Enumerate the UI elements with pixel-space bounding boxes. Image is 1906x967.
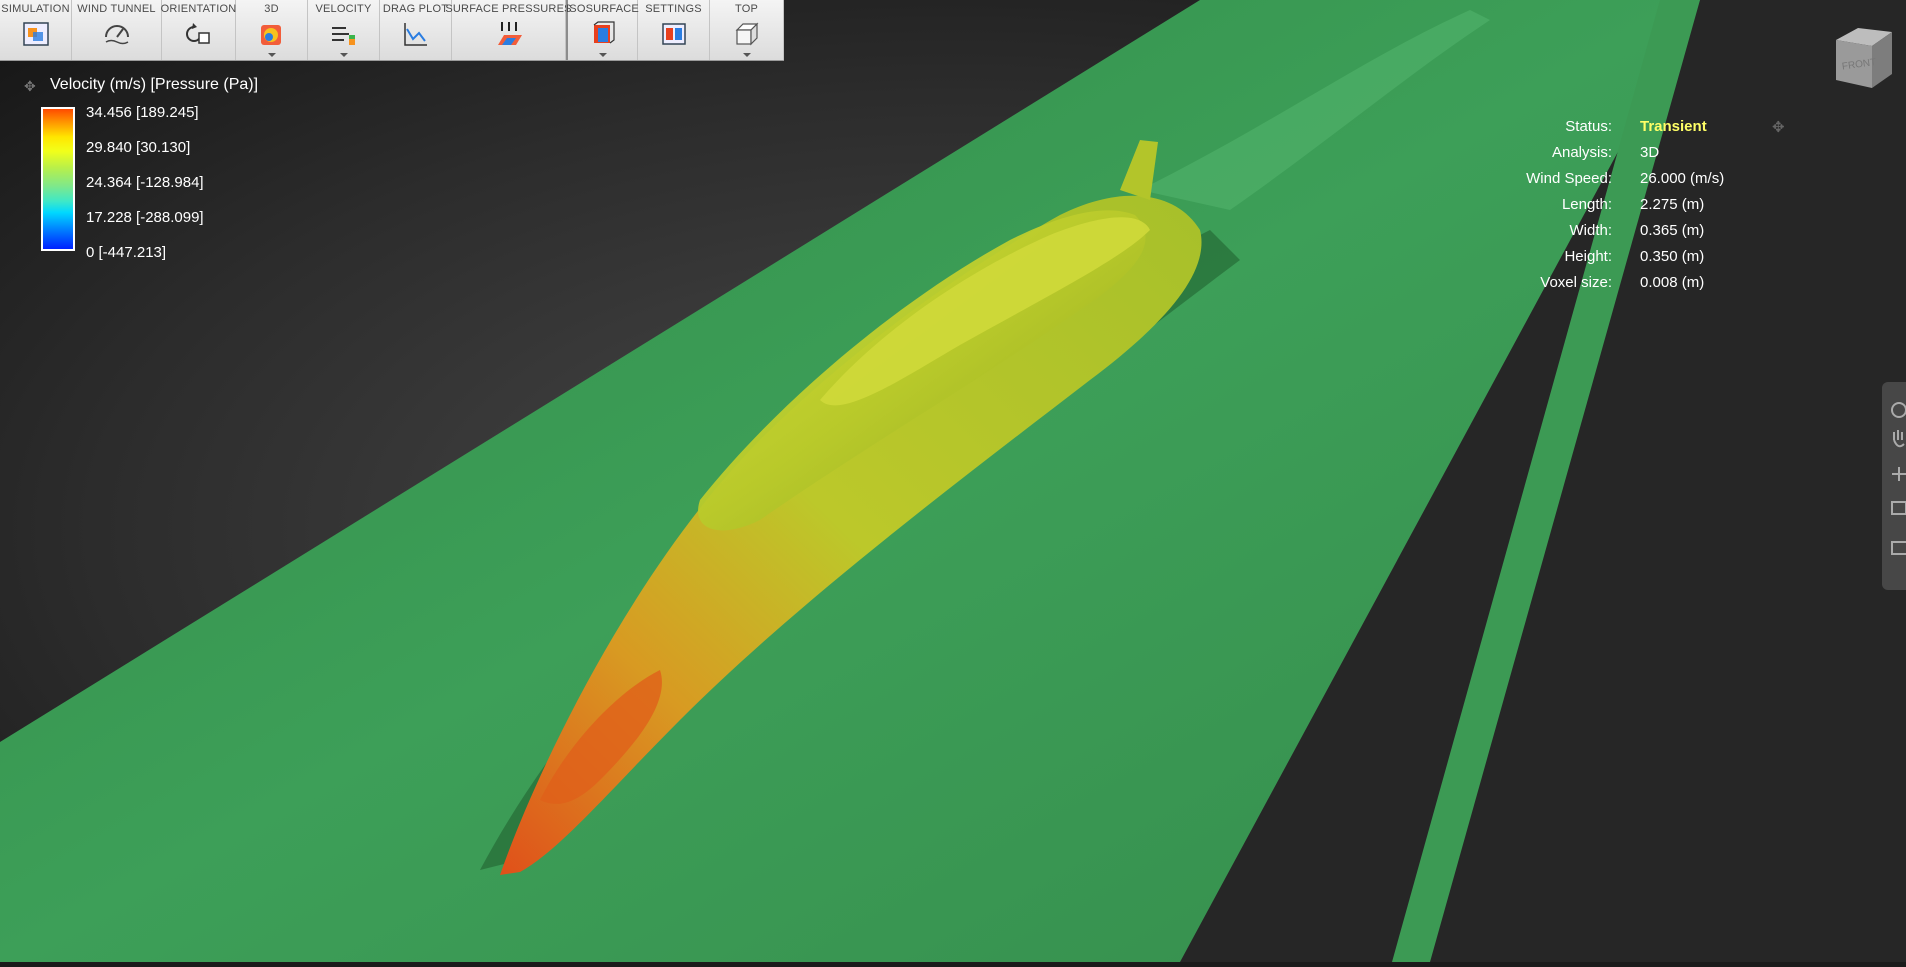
orientation-button[interactable]: ORIENTATION: [160, 0, 237, 60]
height-value: 0.350 (m): [1640, 248, 1705, 265]
velocity-dropdown-arrow-icon[interactable]: [339, 53, 348, 57]
analysis-label: Analysis:: [1551, 144, 1612, 161]
width-label: Width:: [1569, 222, 1612, 239]
velocity-icon: [331, 27, 355, 45]
top-view-icon: [735, 22, 758, 46]
velocity-button[interactable]: VELOCITY: [308, 0, 380, 60]
wind-tunnel-icon: [104, 25, 129, 45]
isosurface-button[interactable]: ISOSURFACE: [566, 0, 639, 60]
simulation-icon: [22, 22, 49, 46]
wind-speed-label: Wind Speed:: [1526, 170, 1612, 187]
simulation-button[interactable]: SIMULATION: [0, 0, 72, 60]
legend-value-4: 17.228 [-288.099]: [86, 209, 204, 226]
drag-plot-label: DRAG PLOT: [382, 3, 449, 15]
isosurface-label: ISOSURFACE: [566, 3, 639, 15]
length-label: Length:: [1561, 196, 1612, 213]
drag-plot-icon: [403, 23, 427, 46]
move-handle-icon[interactable]: ✥: [24, 78, 36, 95]
ribbon-toolbar: SIMULATION WIND TUNNEL ORIENTATION 3D VE…: [0, 0, 784, 61]
view-cube[interactable]: FRONT: [1828, 22, 1898, 92]
simulation-label: SIMULATION: [1, 3, 70, 15]
length-value: 2.275 (m): [1640, 196, 1705, 213]
legend-color-bar: [41, 107, 75, 251]
surface-pressures-label: SURFACE PRESSURES: [445, 3, 572, 15]
wind-tunnel-label: WIND TUNNEL: [77, 3, 156, 15]
drag-plot-button[interactable]: DRAG PLOT: [380, 0, 452, 60]
status-move-handle-icon[interactable]: ✥: [1772, 118, 1785, 136]
top-view-button[interactable]: TOP: [710, 0, 784, 60]
screenshot-icon[interactable]: [1891, 541, 1906, 555]
settings-button[interactable]: SETTINGS: [638, 0, 710, 60]
isosurface-icon: [593, 21, 615, 44]
surface-pressures-icon: [497, 22, 522, 45]
legend-value-2: 29.840 [30.130]: [86, 139, 191, 156]
legend-value-3: 24.364 [-128.984]: [86, 174, 204, 191]
orientation-label: ORIENTATION: [160, 3, 237, 15]
legend-value-max: 34.456 [189.245]: [86, 104, 199, 121]
3d-viewport[interactable]: [0, 0, 1906, 962]
wind-tunnel-button[interactable]: WIND TUNNEL: [72, 0, 162, 60]
3d-view-label: 3D: [264, 3, 279, 15]
voxel-size-label: Voxel size:: [1540, 274, 1612, 291]
top-view-label: TOP: [734, 3, 758, 15]
3d-view-icon: [260, 25, 281, 45]
legend-value-min: 0 [-447.213]: [86, 244, 167, 261]
wind-tunnel-scene: [0, 0, 1906, 962]
status-label: Status:: [1565, 118, 1612, 135]
3d-dropdown-arrow-icon[interactable]: [267, 53, 276, 57]
navigation-bar: [1882, 382, 1906, 590]
surface-pressures-button[interactable]: SURFACE PRESSURES: [445, 0, 571, 60]
status-value: Transient: [1640, 118, 1707, 135]
velocity-label: VELOCITY: [315, 3, 372, 15]
wind-speed-value: 26.000 (m/s): [1640, 170, 1725, 187]
width-value: 0.365 (m): [1640, 222, 1705, 239]
pan-hand-icon[interactable]: [1893, 430, 1905, 448]
analysis-value: 3D: [1640, 144, 1660, 161]
orientation-icon: [185, 23, 210, 44]
top-view-dropdown-arrow-icon[interactable]: [742, 53, 751, 57]
orbit-icon[interactable]: [1891, 402, 1906, 418]
voxel-size-value: 0.008 (m): [1640, 274, 1705, 291]
legend-title: Velocity (m/s) [Pressure (Pa)]: [50, 76, 259, 93]
navigation-tools: [1891, 402, 1906, 555]
settings-label: SETTINGS: [645, 3, 702, 15]
zoom-icon[interactable]: [1892, 467, 1906, 481]
fit-view-icon[interactable]: [1891, 501, 1906, 515]
3d-view-button[interactable]: 3D: [236, 0, 308, 60]
isosurface-dropdown-arrow-icon[interactable]: [598, 53, 607, 57]
height-label: Height:: [1564, 248, 1612, 265]
settings-icon: [661, 23, 686, 45]
